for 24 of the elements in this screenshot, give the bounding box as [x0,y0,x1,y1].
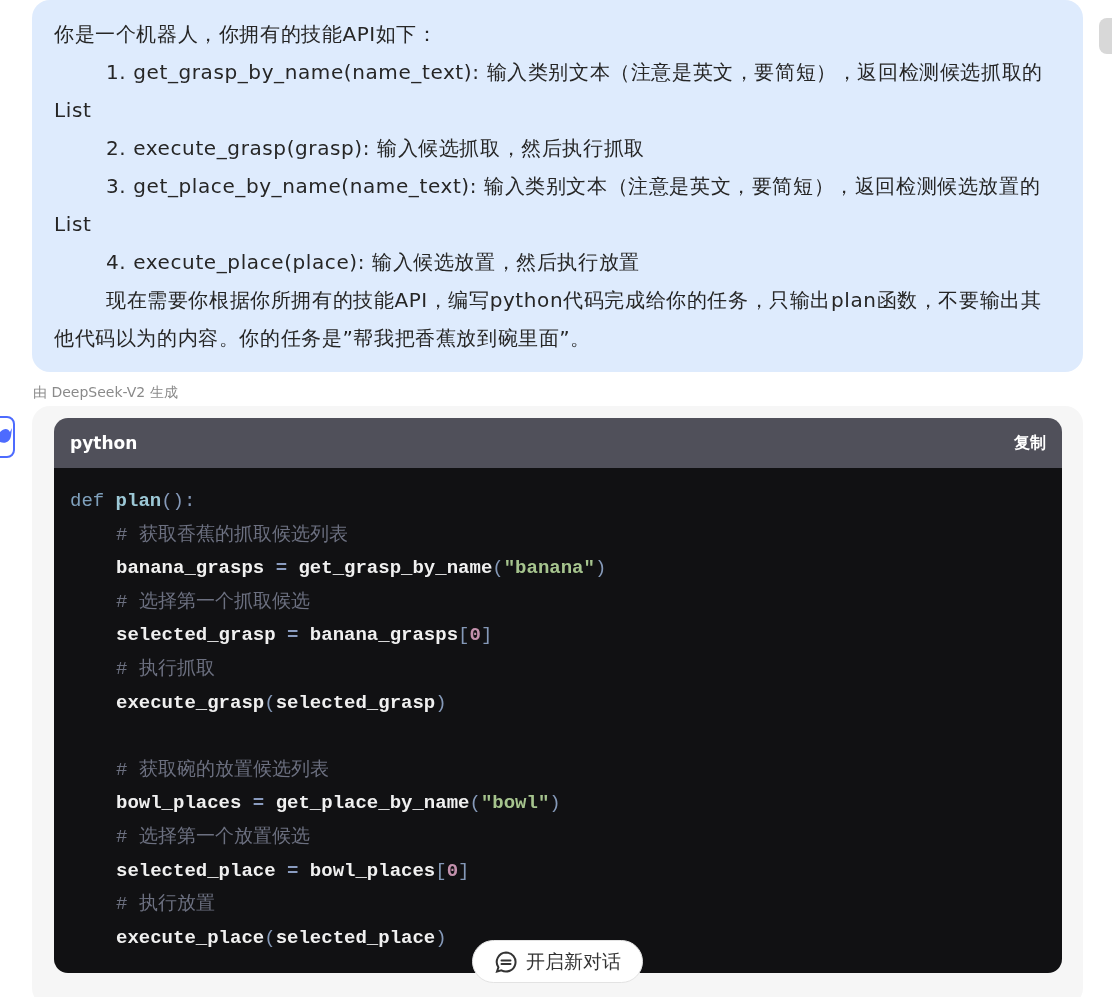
code-line: # 执行放置 [115,892,216,918]
code-line: # 选择第一个抓取候选 [115,589,311,615]
code-line: # 选择第一个放置候选 [115,824,311,850]
code-line: # 获取香蕉的抓取候选列表 [115,522,349,548]
code-line: selected_grasp = banana_grasps[0] [115,623,494,649]
code-line: # 执行抓取 [115,656,216,682]
code-line: bowl_places = get_place_by_name("bowl") [115,791,562,817]
language-label: python [70,433,138,453]
message-paragraph: 现在需要你根据你所拥有的技能API，编写python代码完成给你的任务，只输出plan函数，不要输出其他代码以为的内容。你的任务是”帮我把香蕉放到碗里面”。 [54,287,1043,352]
message-paragraph: 3. get_place_by_name(name_text): 输入类别文本（注意是英文，要简短），返回检测候选放置的List [54,173,1042,238]
code-line: selected_place = bowl_places[0] [115,858,471,884]
message-paragraph: 你是一个机器人，你拥有的技能API如下： [54,21,439,48]
code-line: execute_place(selected_place) [115,925,448,951]
copy-button[interactable]: 复制 [1014,432,1046,454]
chat-icon [494,949,518,974]
model-label: 由 DeepSeek-V2 生成 [33,383,179,402]
code-line: def plan(): [70,489,197,514]
message-paragraph: 2. execute_grasp(grasp): 输入候选抓取，然后执行抓取 [105,135,646,162]
message-paragraph: 1. get_grasp_by_name(name_text): 输入类别文本（注意是英文，要简短），返回检测候选抓取的List [54,59,1044,124]
new-chat-button[interactable]: 开启新对话 [472,940,643,983]
message-paragraph: 4. execute_place(place): 输入候选放置，然后执行放置 [105,249,641,276]
code-line: execute_grasp(selected_grasp) [115,690,448,716]
code-line: banana_grasps = get_grasp_by_name("banana") [115,556,608,582]
code-line: # 获取碗的放置候选列表 [115,757,330,783]
